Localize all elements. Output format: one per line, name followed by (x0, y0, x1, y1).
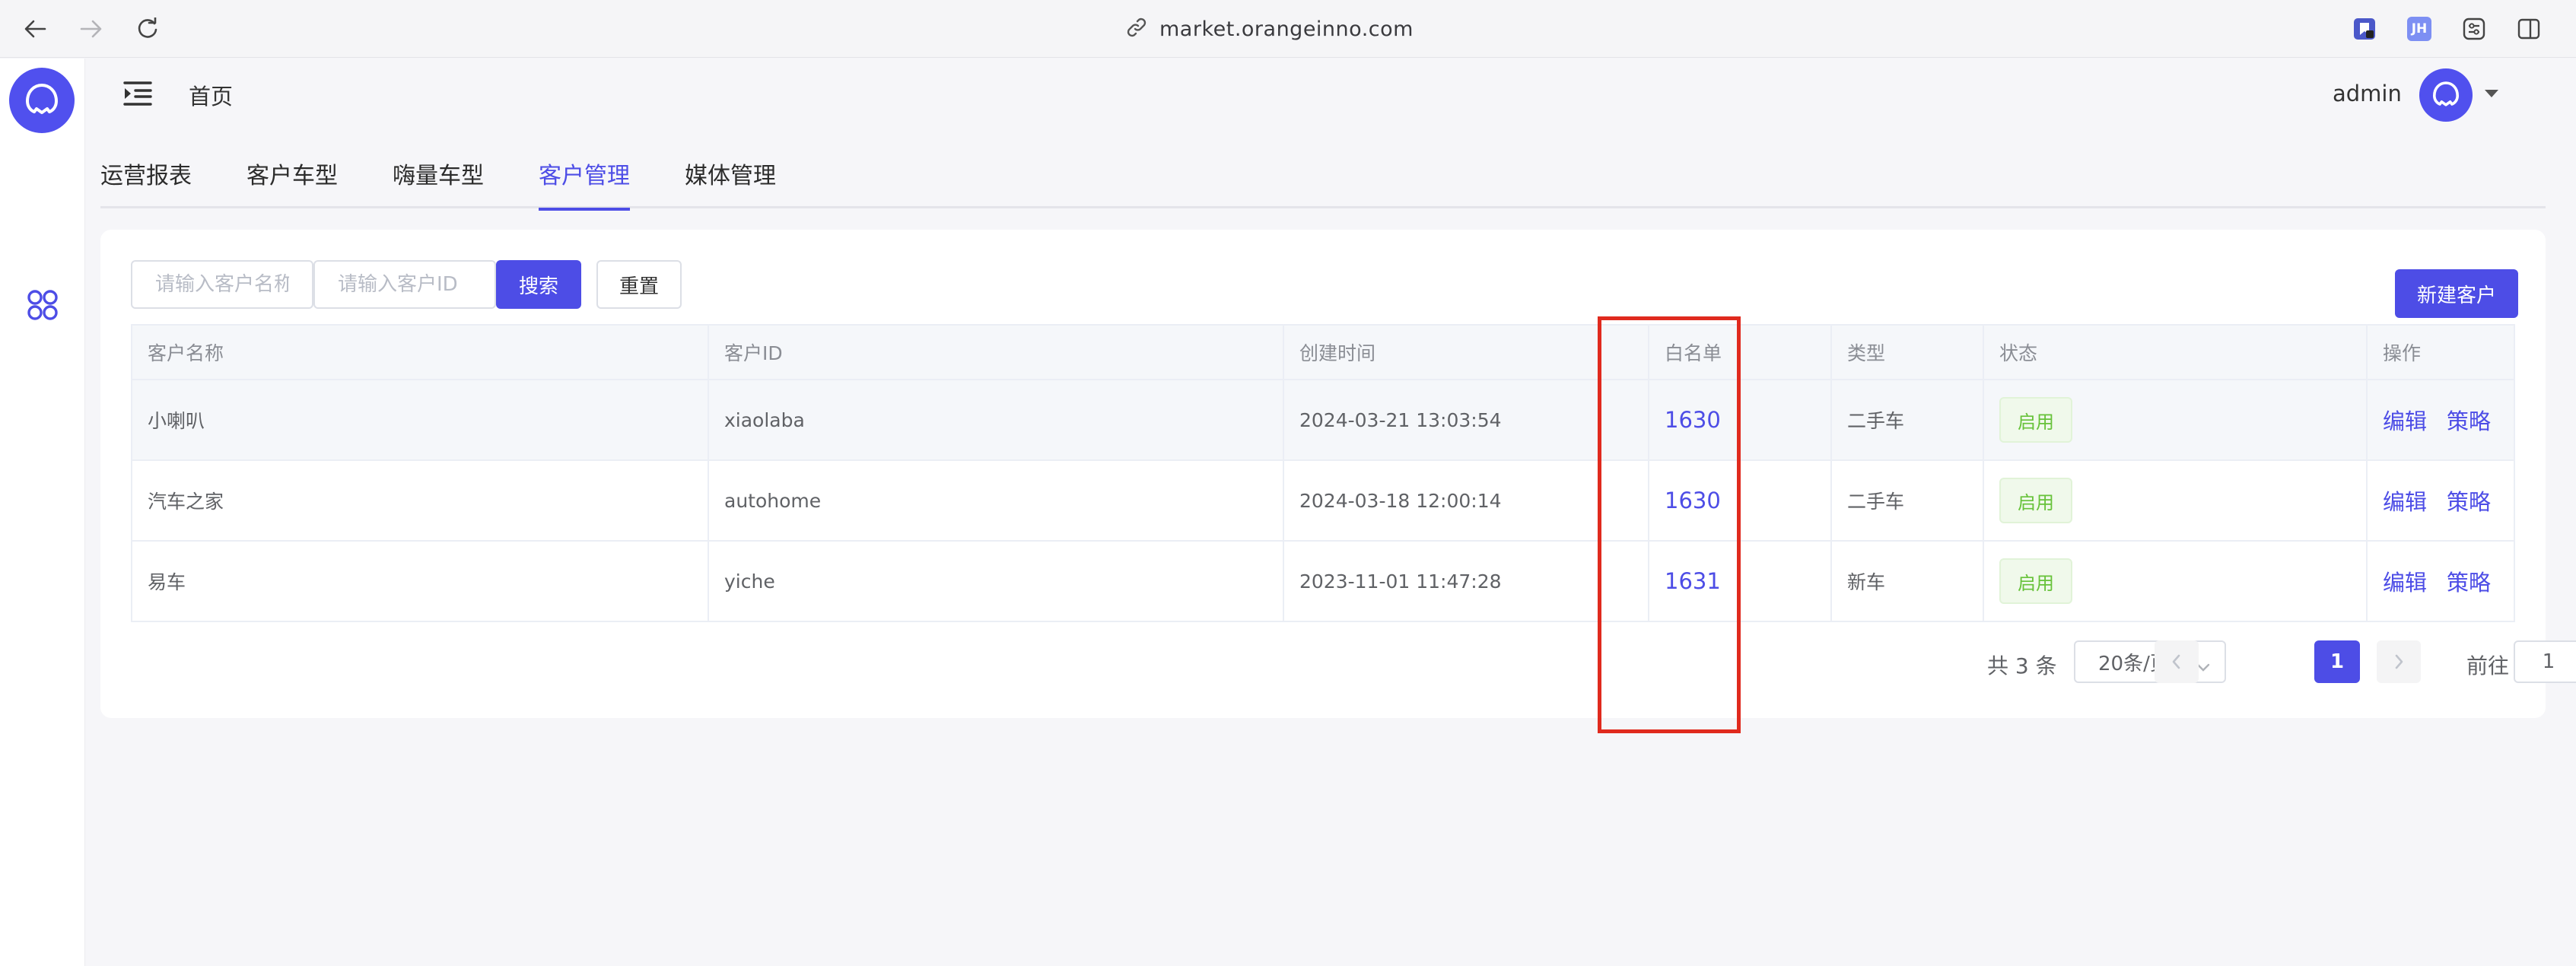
customer-table: 客户名称 客户ID 创建时间 白名单 类型 状态 操作 小喇叭 xiaolaba… (131, 324, 2515, 622)
jh-extension-icon[interactable]: JH (2406, 15, 2433, 43)
tab-customer-management[interactable]: 客户管理 (539, 163, 630, 211)
cell-type: 新车 (1832, 542, 1984, 621)
status-badge: 启用 (1999, 397, 2072, 443)
cell-created-time: 2024-03-21 13:03:54 (1284, 380, 1649, 459)
url-text: market.orangeinno.com (1159, 17, 1414, 41)
chevron-right-icon (2395, 654, 2403, 669)
bookmark-extension-icon[interactable] (2351, 15, 2378, 43)
menu-indent-icon[interactable] (123, 81, 152, 106)
page-number-current[interactable]: 1 (2314, 640, 2360, 683)
edit-link[interactable]: 编辑 (2383, 565, 2427, 597)
cell-customer-name: 易车 (132, 542, 709, 621)
col-header-whitelist: 白名单 (1649, 326, 1832, 379)
shell-logo-icon[interactable] (9, 68, 75, 133)
cell-created-time: 2023-11-01 11:47:28 (1284, 542, 1649, 621)
prev-page-button[interactable] (2155, 640, 2199, 683)
cell-customer-id: autohome (709, 461, 1284, 540)
pagination-total: 共 3 条 (1987, 653, 2057, 678)
whitelist-link[interactable]: 1630 (1665, 407, 1721, 433)
tab-operations-report[interactable]: 运营报表 (100, 163, 192, 208)
chevron-left-icon (2172, 654, 2180, 669)
forward-icon[interactable] (76, 14, 107, 44)
customer-name-input[interactable] (131, 260, 313, 309)
chevron-down-icon[interactable] (2485, 90, 2498, 97)
username[interactable]: admin (2333, 81, 2402, 106)
col-header-type: 类型 (1832, 326, 1984, 379)
sidebar (0, 59, 85, 966)
reload-icon[interactable] (132, 14, 163, 44)
table-row: 易车 yiche 2023-11-01 11:47:28 1631 新车 启用 … (132, 542, 2514, 622)
cell-status: 启用 (1984, 380, 2368, 459)
tab-bar: 运营报表 客户车型 嗨量车型 客户管理 媒体管理 (100, 152, 2546, 211)
col-header-created: 创建时间 (1284, 326, 1649, 379)
link-icon (1126, 17, 1147, 41)
strategy-link[interactable]: 策略 (2447, 485, 2491, 516)
col-header-status: 状态 (1984, 326, 2368, 379)
cell-whitelist: 1630 (1649, 380, 1832, 459)
cell-actions: 编辑 策略 (2368, 542, 2515, 621)
jh-extension-label: JH (2407, 17, 2431, 41)
cell-status: 启用 (1984, 542, 2368, 621)
cell-created-time: 2024-03-18 12:00:14 (1284, 461, 1649, 540)
cell-type: 二手车 (1832, 380, 1984, 459)
col-header-id: 客户ID (709, 326, 1284, 379)
apps-grid-icon[interactable] (26, 288, 59, 322)
edit-link[interactable]: 编辑 (2383, 404, 2427, 436)
col-header-actions: 操作 (2383, 342, 2422, 364)
strategy-link[interactable]: 策略 (2447, 404, 2491, 436)
customer-id-input[interactable] (313, 260, 496, 309)
customer-list-card: 搜索 重置 新建客户 客户名称 客户ID 创建时间 白名单 类型 状态 操作 小… (100, 230, 2576, 718)
cell-actions: 编辑 策略 (2368, 380, 2515, 459)
reset-button[interactable]: 重置 (596, 260, 682, 309)
whitelist-link[interactable]: 1630 (1665, 488, 1721, 513)
tab-customer-models[interactable]: 客户车型 (246, 163, 338, 208)
cell-actions: 编辑 策略 (2368, 461, 2515, 540)
status-badge: 启用 (1999, 478, 2072, 523)
strategy-link[interactable]: 策略 (2447, 565, 2491, 597)
cell-customer-id: xiaolaba (709, 380, 1284, 459)
address-bar[interactable]: market.orangeinno.com (1126, 14, 1414, 44)
browser-toolbar: market.orangeinno.com JH (0, 0, 2576, 58)
back-icon[interactable] (20, 14, 50, 44)
search-button[interactable]: 搜索 (496, 260, 581, 309)
col-header-name: 客户名称 (132, 326, 709, 379)
status-badge: 启用 (1999, 558, 2072, 604)
table-row: 小喇叭 xiaolaba 2024-03-21 13:03:54 1630 二手… (132, 380, 2514, 461)
table-row: 汽车之家 autohome 2024-03-18 12:00:14 1630 二… (132, 461, 2514, 542)
goto-page-input[interactable] (2514, 640, 2576, 683)
cell-status: 启用 (1984, 461, 2368, 540)
table-header-row: 客户名称 客户ID 创建时间 白名单 类型 状态 操作 (132, 326, 2514, 380)
tab-hot-models[interactable]: 嗨量车型 (393, 163, 484, 208)
whitelist-link[interactable]: 1631 (1665, 568, 1721, 594)
split-view-icon[interactable] (2515, 15, 2543, 43)
tab-media-management[interactable]: 媒体管理 (685, 163, 776, 208)
cell-whitelist: 1630 (1649, 461, 1832, 540)
new-customer-button[interactable]: 新建客户 (2395, 269, 2518, 318)
goto-label: 前往 (2466, 653, 2510, 678)
cell-customer-id: yiche (709, 542, 1284, 621)
settings-sliders-icon[interactable] (2460, 15, 2488, 43)
edit-link[interactable]: 编辑 (2383, 485, 2427, 516)
breadcrumb-home[interactable]: 首页 (189, 79, 233, 111)
cell-whitelist: 1631 (1649, 542, 1832, 621)
cell-customer-name: 小喇叭 (132, 380, 709, 459)
cell-customer-name: 汽车之家 (132, 461, 709, 540)
avatar[interactable] (2419, 68, 2473, 122)
next-page-button[interactable] (2377, 640, 2421, 683)
page-size-select[interactable]: 20条/页 (2074, 640, 2226, 683)
cell-type: 二手车 (1832, 461, 1984, 540)
